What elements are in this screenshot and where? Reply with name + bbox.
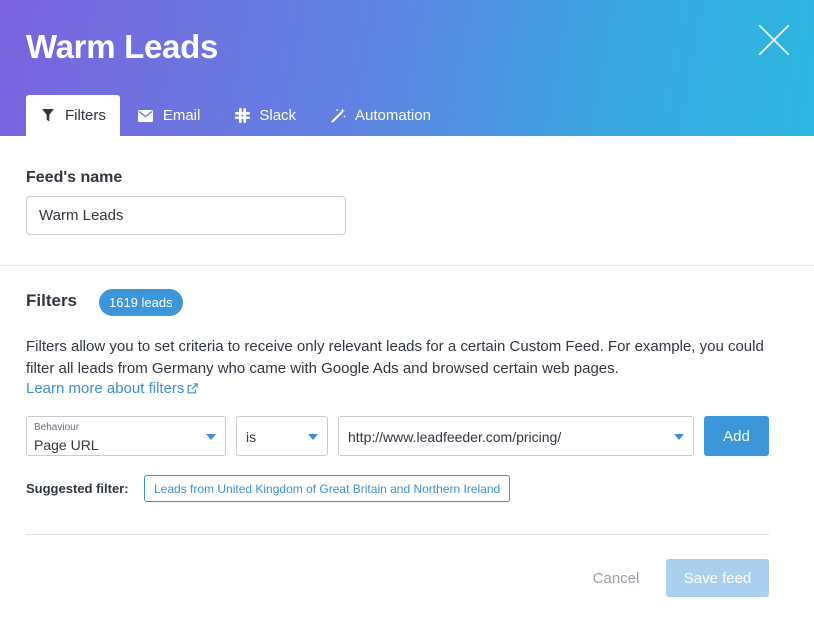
behaviour-value: Page URL bbox=[34, 437, 99, 453]
tab-slack[interactable]: Slack bbox=[220, 95, 310, 136]
tab-label: Filters bbox=[65, 107, 106, 124]
learn-more-link[interactable]: Learn more about filters bbox=[26, 380, 199, 397]
url-select[interactable]: http://www.leadfeeder.com/pricing/ bbox=[338, 416, 694, 456]
operator-select[interactable]: is bbox=[236, 416, 328, 456]
behaviour-label: Behaviour bbox=[34, 422, 80, 433]
chevron-down-icon bbox=[206, 434, 216, 440]
behaviour-select[interactable]: Behaviour Page URL bbox=[26, 416, 226, 456]
save-feed-button[interactable]: Save feed bbox=[666, 559, 769, 597]
suggested-filter-chip[interactable]: Leads from United Kingdom of Great Brita… bbox=[144, 475, 511, 502]
footer-divider bbox=[26, 534, 769, 535]
tab-label: Automation bbox=[355, 107, 431, 124]
modal-header: Warm Leads Filters Email Slack Automatio… bbox=[0, 0, 814, 136]
slack-icon bbox=[234, 108, 250, 124]
url-value: http://www.leadfeeder.com/pricing/ bbox=[348, 429, 562, 445]
tab-automation[interactable]: Automation bbox=[316, 95, 445, 136]
filters-title: Filters bbox=[26, 291, 78, 310]
email-icon bbox=[138, 108, 154, 124]
feed-name-label: Feed's name bbox=[26, 169, 123, 186]
close-icon[interactable] bbox=[756, 22, 792, 58]
tab-label: Slack bbox=[259, 107, 297, 124]
tab-label: Email bbox=[162, 107, 201, 124]
chevron-down-icon bbox=[674, 434, 684, 440]
cancel-button[interactable]: Cancel bbox=[582, 559, 650, 597]
operator-value: is bbox=[246, 429, 257, 445]
learn-more-label: Learn more about filters bbox=[26, 380, 185, 397]
tab-bar: Filters Email Slack Automation bbox=[26, 95, 445, 136]
filter-icon bbox=[40, 108, 56, 124]
filters-description: Filters allow you to set criteria to rec… bbox=[26, 338, 764, 377]
suggested-filter-label: Suggested filter: bbox=[26, 481, 129, 496]
magic-wand-icon bbox=[330, 108, 346, 124]
section-divider bbox=[0, 265, 814, 266]
add-filter-button[interactable]: Add bbox=[704, 416, 769, 456]
feed-name-input[interactable] bbox=[26, 196, 346, 235]
tab-email[interactable]: Email bbox=[124, 95, 215, 136]
leads-count-badge: 1619 leads bbox=[99, 289, 183, 316]
external-link-icon bbox=[187, 383, 199, 394]
tab-filters[interactable]: Filters bbox=[26, 95, 120, 136]
chevron-down-icon bbox=[308, 434, 318, 440]
modal-title: Warm Leads bbox=[26, 28, 219, 65]
